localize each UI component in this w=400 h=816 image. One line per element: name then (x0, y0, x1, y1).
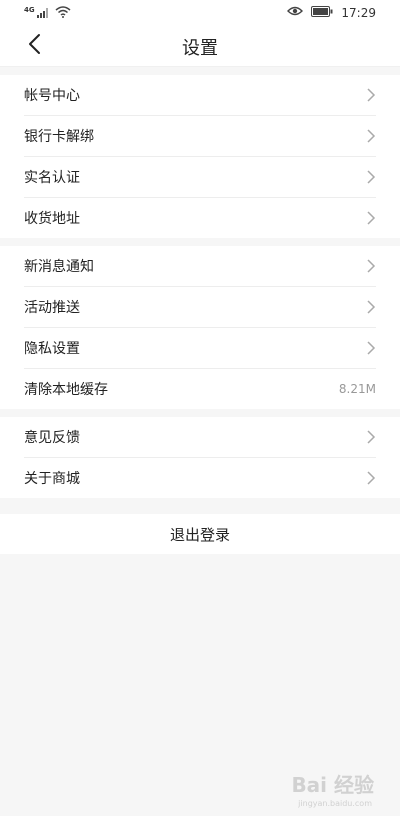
cache-size-value: 8.21M (338, 382, 376, 396)
setting-label: 意见反馈 (24, 430, 80, 446)
chevron-right-icon (366, 169, 376, 185)
chevron-right-icon (366, 128, 376, 144)
network-type: 4G (24, 6, 35, 14)
page-title: 设置 (182, 38, 218, 59)
setting-label: 实名认证 (24, 170, 80, 186)
setting-activity-push[interactable]: 活动推送 (24, 287, 376, 328)
signal-icon (36, 6, 51, 21)
section-gap (0, 498, 400, 514)
logout-button[interactable]: 退出登录 (0, 514, 400, 554)
settings-group-about: 意见反馈 关于商城 (0, 417, 400, 498)
settings-group-account: 帐号中心 银行卡解绑 实名认证 收货地址 (0, 75, 400, 238)
setting-label: 清除本地缓存 (24, 382, 108, 398)
setting-label: 隐私设置 (24, 341, 80, 357)
section-gap (0, 67, 400, 75)
app-header: 设置 (0, 26, 400, 67)
chevron-right-icon (366, 470, 376, 486)
eye-icon (287, 5, 304, 20)
setting-account-center[interactable]: 帐号中心 (24, 75, 376, 116)
status-bar: 4G 17:29 (0, 0, 400, 26)
chevron-right-icon (366, 87, 376, 103)
battery-icon (311, 5, 333, 20)
settings-group-notifications: 新消息通知 活动推送 隐私设置 清除本地缓存 8.21M (0, 246, 400, 409)
setting-label: 银行卡解绑 (24, 129, 94, 145)
chevron-right-icon (366, 210, 376, 226)
setting-label: 活动推送 (24, 300, 80, 316)
chevron-right-icon (366, 258, 376, 274)
watermark-logo: Bai 经验 (291, 773, 374, 797)
chevron-right-icon (366, 429, 376, 445)
setting-bank-card-unbind[interactable]: 银行卡解绑 (24, 116, 376, 157)
chevron-right-icon (366, 340, 376, 356)
setting-new-message-notification[interactable]: 新消息通知 (24, 246, 376, 287)
setting-privacy[interactable]: 隐私设置 (24, 328, 376, 369)
setting-real-name-verification[interactable]: 实名认证 (24, 157, 376, 198)
wifi-icon (55, 6, 71, 21)
setting-label: 新消息通知 (24, 259, 94, 275)
setting-label: 收货地址 (24, 211, 80, 227)
status-right: 17:29 (287, 5, 376, 20)
section-gap (0, 238, 400, 246)
setting-label: 关于商城 (24, 471, 80, 487)
status-left: 4G (24, 6, 71, 21)
status-time: 17:29 (341, 5, 376, 20)
logout-label: 退出登录 (169, 525, 230, 544)
setting-clear-cache[interactable]: 清除本地缓存 8.21M (24, 369, 376, 409)
section-gap (0, 409, 400, 417)
setting-label: 帐号中心 (24, 88, 80, 104)
watermark-url: jingyan.baidu.com (298, 799, 372, 808)
setting-feedback[interactable]: 意见反馈 (24, 417, 376, 458)
setting-shipping-address[interactable]: 收货地址 (24, 198, 376, 238)
chevron-right-icon (366, 299, 376, 315)
setting-about-mall[interactable]: 关于商城 (24, 458, 376, 498)
